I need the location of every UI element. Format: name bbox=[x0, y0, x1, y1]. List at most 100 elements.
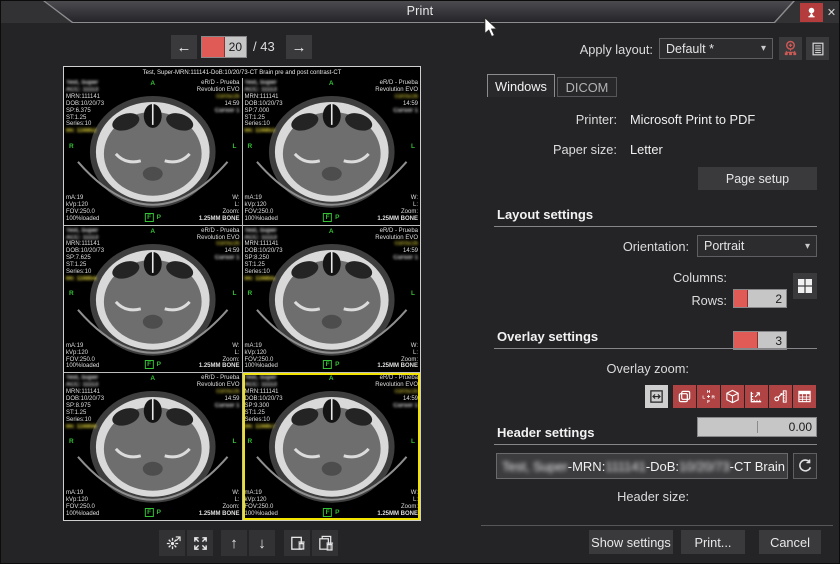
ma-value: mA:19 bbox=[245, 195, 278, 202]
delete-all-pages-button[interactable] bbox=[312, 530, 338, 556]
kvp-value: kVp:120 bbox=[245, 350, 278, 357]
orientation-dropdown[interactable]: Portrait ▾ bbox=[697, 235, 817, 257]
fov-value: FOV:250.0 bbox=[66, 209, 99, 216]
close-button[interactable]: ✕ bbox=[824, 3, 839, 22]
cursor-label: Cursor 1 bbox=[375, 108, 418, 115]
zoom-label: Zoom: bbox=[199, 209, 240, 216]
header-text-input[interactable]: Test, Super-MRN:111141-DoB:10/20/73-CT B… bbox=[496, 453, 788, 479]
previous-page-button[interactable]: ← bbox=[171, 35, 197, 59]
level-label: L: bbox=[199, 497, 240, 504]
ruler-arrow-icon bbox=[749, 389, 764, 404]
tab-windows-label: Windows bbox=[495, 79, 547, 94]
print-button[interactable]: Print... bbox=[681, 530, 745, 554]
fov-value: FOV:250.0 bbox=[66, 504, 99, 511]
dob: DOB:10/20/73 bbox=[66, 396, 104, 403]
grid-header-button[interactable] bbox=[793, 385, 816, 408]
preset-label: 1.25MM BONE bbox=[199, 216, 240, 223]
print-preview-page[interactable]: Test, Super-MRN:111141-DoB:10/20/73-CT B… bbox=[63, 66, 421, 521]
footer-rule bbox=[481, 525, 833, 526]
marker-right: R bbox=[69, 143, 74, 150]
orientation-markers-button[interactable]: H L R F bbox=[697, 385, 720, 408]
fov-value: FOV:250.0 bbox=[245, 357, 278, 364]
titlebar: Print ✕ bbox=[1, 1, 839, 23]
mrn: MRN:111141 bbox=[245, 389, 283, 396]
site-name: eR/D - Prueba bbox=[197, 80, 240, 87]
site-name: eR/D - Prueba bbox=[375, 375, 418, 382]
slice-position: SP:7.000 bbox=[245, 108, 283, 115]
reset-header-button[interactable] bbox=[793, 453, 817, 479]
chevron-down-icon: ▾ bbox=[761, 43, 766, 54]
window-level-button[interactable] bbox=[159, 530, 185, 556]
series-number: Series:10 bbox=[245, 417, 283, 424]
overlay-bottom-right: W: L: Zoom: 1.25MM BONE bbox=[199, 343, 240, 371]
page-setup-button[interactable]: Page setup bbox=[698, 167, 817, 190]
cursor-label: Cursor 1 bbox=[197, 108, 240, 115]
dob: DOB:10/20/73 bbox=[66, 101, 104, 108]
tab-windows[interactable]: Windows bbox=[487, 74, 555, 97]
preview-cell[interactable]: Test, Super ACC: 11113 MRN:111141 DOB:10… bbox=[64, 78, 242, 225]
study-date: 03/05/26 bbox=[375, 389, 418, 396]
orientation-label: Orientation: bbox=[561, 239, 689, 254]
page-number-slider[interactable]: 20 bbox=[201, 36, 247, 58]
grid-layout-button[interactable] bbox=[793, 273, 817, 299]
orientation-cube-button[interactable] bbox=[721, 385, 744, 408]
slice-thickness: ST:1.25 bbox=[245, 410, 283, 417]
kvp-value: kVp:120 bbox=[66, 350, 99, 357]
preview-cell[interactable]: Test, Super ACC: 11113 MRN:111141 DOB:10… bbox=[64, 373, 242, 520]
next-page-button[interactable]: → bbox=[286, 35, 312, 59]
printer-label: Printer: bbox=[497, 112, 617, 127]
window-label: W: bbox=[377, 195, 418, 202]
marker-f-box: F bbox=[323, 360, 332, 369]
delete-page-button[interactable] bbox=[284, 530, 310, 556]
scanner-name: Revolution EVO bbox=[375, 87, 418, 94]
svg-text:F: F bbox=[707, 399, 710, 404]
columns-slider[interactable]: 2 bbox=[733, 289, 787, 308]
patient-name: Test, Super bbox=[66, 228, 104, 235]
preview-cell[interactable]: Test, Super ACC: 11113 MRN:111141 DOB:10… bbox=[243, 78, 421, 225]
scanner-name: Revolution EVO bbox=[375, 235, 418, 242]
key-ruler-icon bbox=[773, 389, 788, 404]
dob: DOB:10/20/73 bbox=[245, 396, 283, 403]
preview-page-header: Test, Super-MRN:111141-DoB:10/20/73-CT B… bbox=[64, 67, 420, 78]
dob: DOB:10/20/73 bbox=[66, 248, 104, 255]
move-page-down-button[interactable]: ↓ bbox=[249, 530, 275, 556]
add-layout-icon bbox=[782, 40, 799, 57]
preview-cell[interactable]: Test, Super ACC: 11113 MRN:111141 DOB:10… bbox=[243, 373, 421, 520]
preview-grid: Test, Super ACC: 11113 MRN:111141 DOB:10… bbox=[64, 78, 420, 520]
accession-number: ACC: 11113 bbox=[66, 87, 104, 94]
loaded-value: 100%loaded bbox=[245, 363, 278, 370]
page-number-value: 20 bbox=[229, 40, 242, 54]
rows-slider-fill bbox=[734, 332, 758, 349]
overlay-visibility-button[interactable] bbox=[645, 385, 668, 408]
ma-value: mA:19 bbox=[66, 490, 99, 497]
show-settings-button[interactable]: Show settings bbox=[589, 530, 673, 554]
preview-cell[interactable]: Test, Super ACC: 11113 MRN:111141 DOB:10… bbox=[64, 226, 242, 373]
tab-dicom[interactable]: DICOM bbox=[557, 77, 617, 97]
overlay-top-right: eR/D - Prueba Revolution EVO 03/05/26 14… bbox=[375, 375, 418, 410]
kvp-value: kVp:120 bbox=[66, 202, 99, 209]
cancel-button[interactable]: Cancel bbox=[759, 530, 821, 554]
move-page-up-button[interactable]: ↑ bbox=[221, 530, 247, 556]
marker-posterior: P bbox=[335, 214, 339, 221]
preview-cell[interactable]: Test, Super ACC: 11113 MRN:111141 DOB:10… bbox=[243, 226, 421, 373]
marker-posterior: P bbox=[335, 509, 339, 516]
fit-to-window-button[interactable] bbox=[187, 530, 213, 556]
copy-overlay-button[interactable] bbox=[673, 385, 696, 408]
calibration-button[interactable] bbox=[769, 385, 792, 408]
level-label: L: bbox=[377, 497, 418, 504]
loaded-value: 100%loaded bbox=[245, 216, 278, 223]
apply-layout-dropdown[interactable]: Default * ▾ bbox=[659, 38, 773, 59]
study-date: 03/05/26 bbox=[197, 94, 240, 101]
pin-window-button[interactable] bbox=[800, 3, 823, 22]
slice-thickness: ST:1.25 bbox=[245, 262, 283, 269]
preset-label: 1.25MM BONE bbox=[199, 511, 240, 518]
image-number: Im: 116852 bbox=[66, 128, 104, 135]
save-layout-button[interactable] bbox=[779, 37, 802, 60]
ma-value: mA:19 bbox=[66, 343, 99, 350]
marker-right: R bbox=[248, 290, 253, 297]
overlay-zoom-slider[interactable]: 0.00 bbox=[697, 417, 817, 437]
overlay-top-right: eR/D - Prueba Revolution EVO 03/05/26 14… bbox=[197, 228, 240, 263]
ruler-button[interactable] bbox=[745, 385, 768, 408]
cube-icon bbox=[725, 389, 740, 404]
layout-list-button[interactable] bbox=[806, 37, 829, 60]
